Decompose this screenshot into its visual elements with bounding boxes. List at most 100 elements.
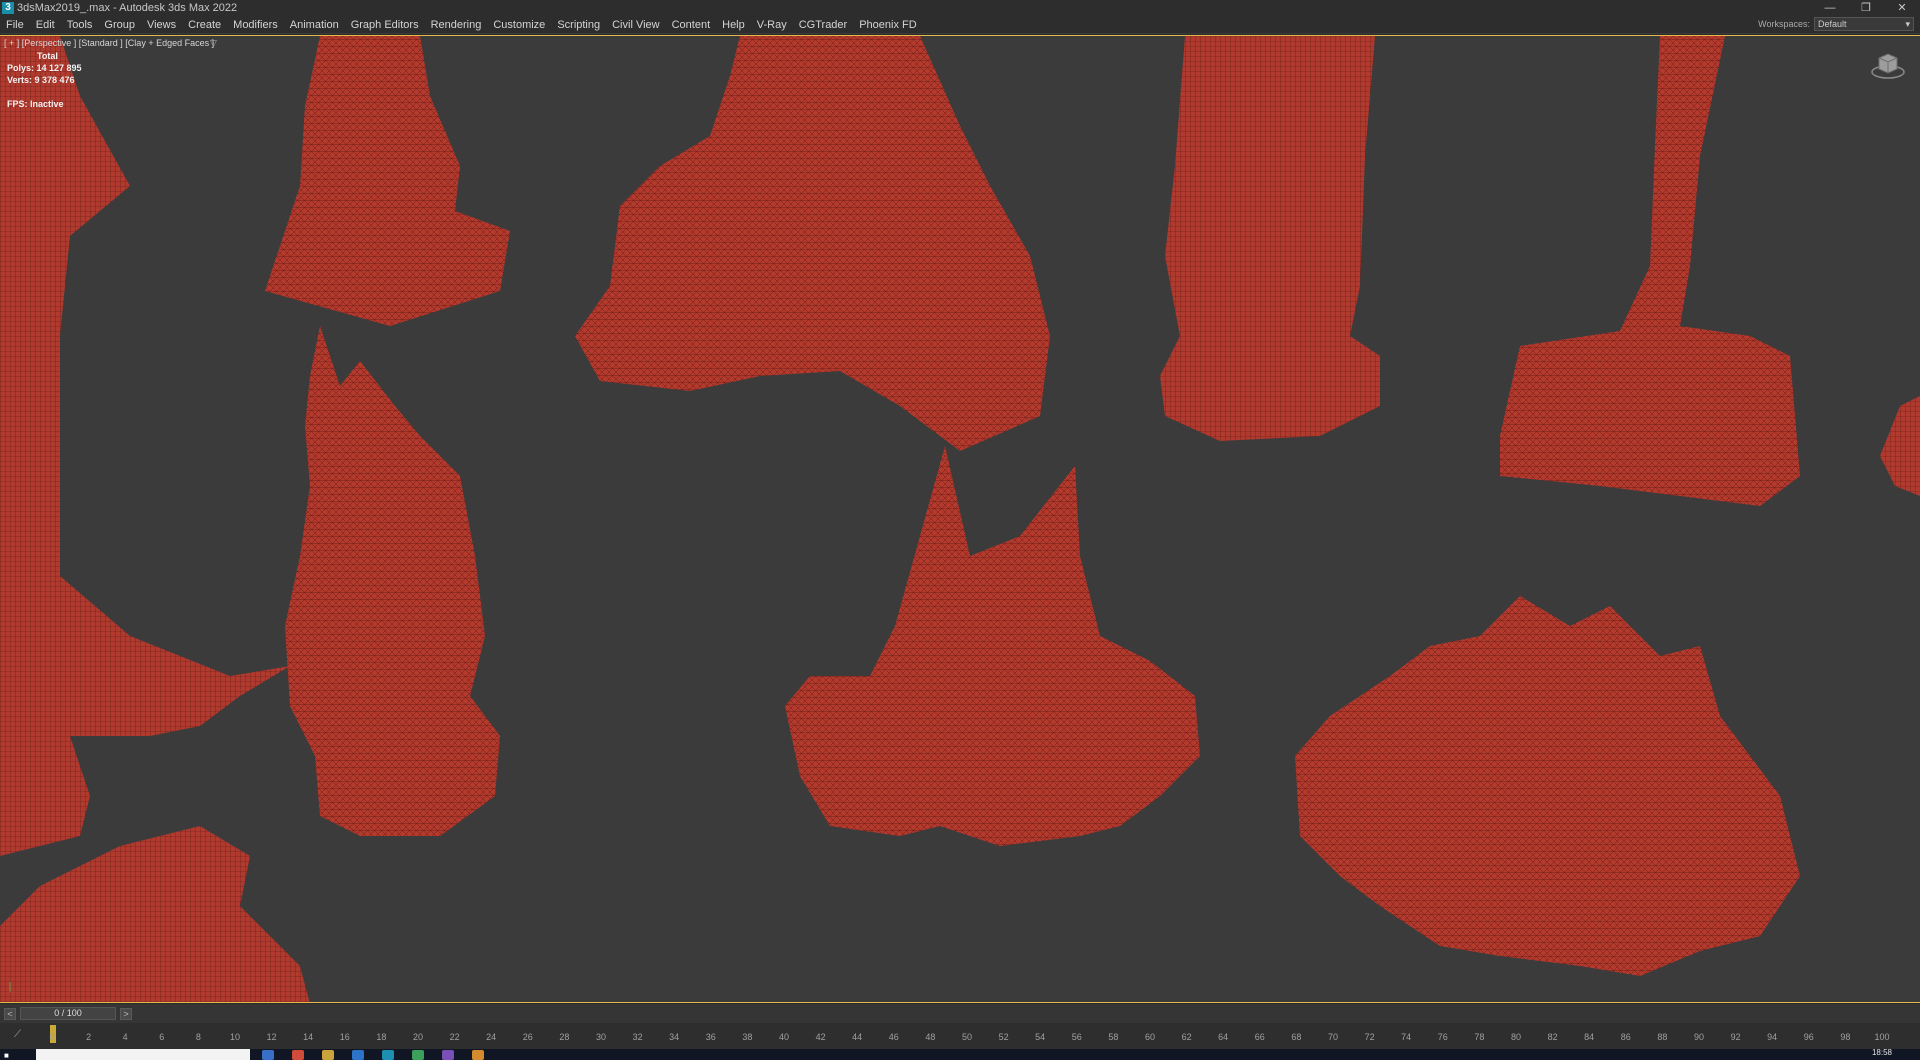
pedestal-mesh — [265, 36, 510, 326]
frame-display: 0 / 100 — [54, 1008, 82, 1018]
trackbar-tick-label: 58 — [1108, 1032, 1119, 1042]
menu-graph-editors[interactable]: Graph Editors — [345, 16, 425, 34]
taskbar-apps — [262, 1050, 484, 1060]
trackbar-tick-label: 72 — [1364, 1032, 1375, 1042]
taskbar-search-input[interactable] — [36, 1049, 250, 1060]
3dsmax-app-icon[interactable]: 3 — [2, 2, 14, 14]
menu-modifiers[interactable]: Modifiers — [227, 16, 284, 34]
windows-taskbar: ■ 18:58 — [0, 1049, 1920, 1060]
time-slider-thumb[interactable]: 0 / 100 — [20, 1007, 116, 1020]
viewcube-icon[interactable] — [1870, 50, 1906, 80]
menu-edit[interactable]: Edit — [30, 16, 61, 34]
trackbar-ruler[interactable]: 0 2 4 6 8 10 12 14 16 18 20 22 24 26 28 30 32 34 36 38 40 42 4… — [49, 1023, 1889, 1049]
windows-start-icon[interactable]: ■ — [4, 1051, 12, 1060]
trackbar-tick-label: 52 — [998, 1032, 1009, 1042]
minimize-button[interactable]: — — [1812, 0, 1848, 16]
trackbar-tick-label: 78 — [1474, 1032, 1485, 1042]
skull-pile-mesh — [1295, 596, 1800, 976]
workspaces-dropdown[interactable]: Default — [1814, 17, 1914, 31]
ornate-frame-mesh — [575, 36, 1050, 451]
trackbar-tick-label: 36 — [705, 1032, 716, 1042]
menu-rendering[interactable]: Rendering — [425, 16, 488, 34]
close-button[interactable]: ✕ — [1884, 0, 1920, 16]
menu-help[interactable]: Help — [716, 16, 751, 34]
trackbar-tick-label: 8 — [195, 1032, 201, 1042]
time-prev-button[interactable]: < — [4, 1007, 16, 1020]
app-icon[interactable] — [292, 1050, 304, 1060]
app-icon[interactable] — [382, 1050, 394, 1060]
app-icon[interactable] — [262, 1050, 274, 1060]
trackbar-tick-label: 56 — [1071, 1032, 1082, 1042]
window-controls: — ❐ ✕ — [1812, 0, 1920, 16]
app-icon[interactable] — [352, 1050, 364, 1060]
menu-content[interactable]: Content — [666, 16, 717, 34]
tree-sculpture-mesh — [0, 36, 290, 856]
stats-total-label: Total — [37, 51, 58, 61]
trackbar-tick-label: 2 — [86, 1032, 92, 1042]
trackbar-tick-label: 86 — [1620, 1032, 1631, 1042]
trackbar-tick-label: 0 — [49, 1032, 55, 1042]
workspaces-label: Workspaces: — [1758, 19, 1810, 29]
menu-cgtrader[interactable]: CGTrader — [793, 16, 854, 34]
trackbar-tick-label: 6 — [159, 1032, 165, 1042]
trackbar-tick-label: 92 — [1730, 1032, 1741, 1042]
restore-button[interactable]: ❐ — [1848, 0, 1884, 16]
trackbar-tick-label: 88 — [1657, 1032, 1668, 1042]
viewport-label[interactable]: [ + ] [Perspective ] [Standard ] [Clay +… — [4, 38, 214, 48]
trackbar-tick-label: 66 — [1254, 1032, 1265, 1042]
twisted-pole-mesh — [1500, 36, 1800, 506]
menu-customize[interactable]: Customize — [487, 16, 551, 34]
trackbar-tick-label: 18 — [376, 1032, 387, 1042]
taskbar-clock: 18:58 — [1871, 1049, 1892, 1057]
stats-polys: Polys: 14 127 895 — [7, 63, 82, 73]
menu-file[interactable]: File — [0, 16, 30, 34]
splatter-mesh — [0, 826, 310, 1002]
trackbar-tick-label: 70 — [1327, 1032, 1339, 1042]
trackbar-tick-label: 26 — [522, 1032, 533, 1042]
trackbar-tick-label: 54 — [1035, 1032, 1046, 1042]
trackbar-tick-label: 14 — [303, 1032, 314, 1042]
menu-group[interactable]: Group — [98, 16, 141, 34]
trackbar-tick-label: 40 — [778, 1032, 790, 1042]
window-title: 3dsMax2019_.max - Autodesk 3ds Max 2022 — [17, 2, 238, 14]
trackbar-tick-label: 44 — [852, 1032, 863, 1042]
trackbar-tick-label: 64 — [1218, 1032, 1229, 1042]
trackbar-tick-label: 50 — [961, 1032, 973, 1042]
menu-civil-view[interactable]: Civil View — [606, 16, 665, 34]
app-icon[interactable] — [322, 1050, 334, 1060]
trackbar-tick-label: 96 — [1803, 1032, 1814, 1042]
trackbar-tick-label: 20 — [412, 1032, 424, 1042]
workspaces-control: Workspaces: Default — [1758, 17, 1914, 31]
dragon-statue-mesh — [285, 326, 500, 836]
trackbar-tick-label: 22 — [449, 1032, 460, 1042]
trackbar-tick-label: 42 — [815, 1032, 826, 1042]
trackbar-tick-label: 68 — [1291, 1032, 1302, 1042]
demon-skulls-mesh — [785, 446, 1200, 846]
menu-views[interactable]: Views — [141, 16, 182, 34]
app-icon[interactable] — [442, 1050, 454, 1060]
menu-scripting[interactable]: Scripting — [551, 16, 606, 34]
menu-animation[interactable]: Animation — [284, 16, 345, 34]
menu-phoenix-fd[interactable]: Phoenix FD — [853, 16, 922, 34]
trackbar-tick-label: 30 — [595, 1032, 607, 1042]
app-icon[interactable] — [412, 1050, 424, 1060]
trackbar-tick-label: 24 — [486, 1032, 497, 1042]
trackbar-tick-label: 38 — [742, 1032, 753, 1042]
track-bar[interactable]: ⟋ 0 2 4 6 8 10 12 14 16 18 20 22 24 26 28 30 32 34 36 38 40 4… — [0, 1023, 1920, 1049]
axis-tripod-icon — [9, 982, 20, 993]
statistics-overlay: Total Polys: 14 127 895 Verts: 9 378 476 — [7, 50, 82, 86]
scene-meshes — [0, 36, 1920, 1002]
curve-editor-icon[interactable]: ⟋ — [14, 1029, 21, 1040]
menu-vray[interactable]: V-Ray — [751, 16, 793, 34]
perspective-viewport[interactable]: [ + ] [Perspective ] [Standard ] [Clay +… — [0, 35, 1920, 1003]
trackbar-tick-label: 90 — [1693, 1032, 1705, 1042]
trackbar-tick-label: 60 — [1144, 1032, 1156, 1042]
trackbar-tick-label: 76 — [1437, 1032, 1448, 1042]
time-next-button[interactable]: > — [120, 1007, 132, 1020]
trackbar-tick-label: 16 — [339, 1032, 350, 1042]
app-icon[interactable] — [472, 1050, 484, 1060]
menu-create[interactable]: Create — [182, 16, 227, 34]
stats-verts: Verts: 9 378 476 — [7, 75, 75, 85]
filter-icon[interactable]: ▽ — [210, 38, 217, 49]
menu-tools[interactable]: Tools — [61, 16, 99, 34]
